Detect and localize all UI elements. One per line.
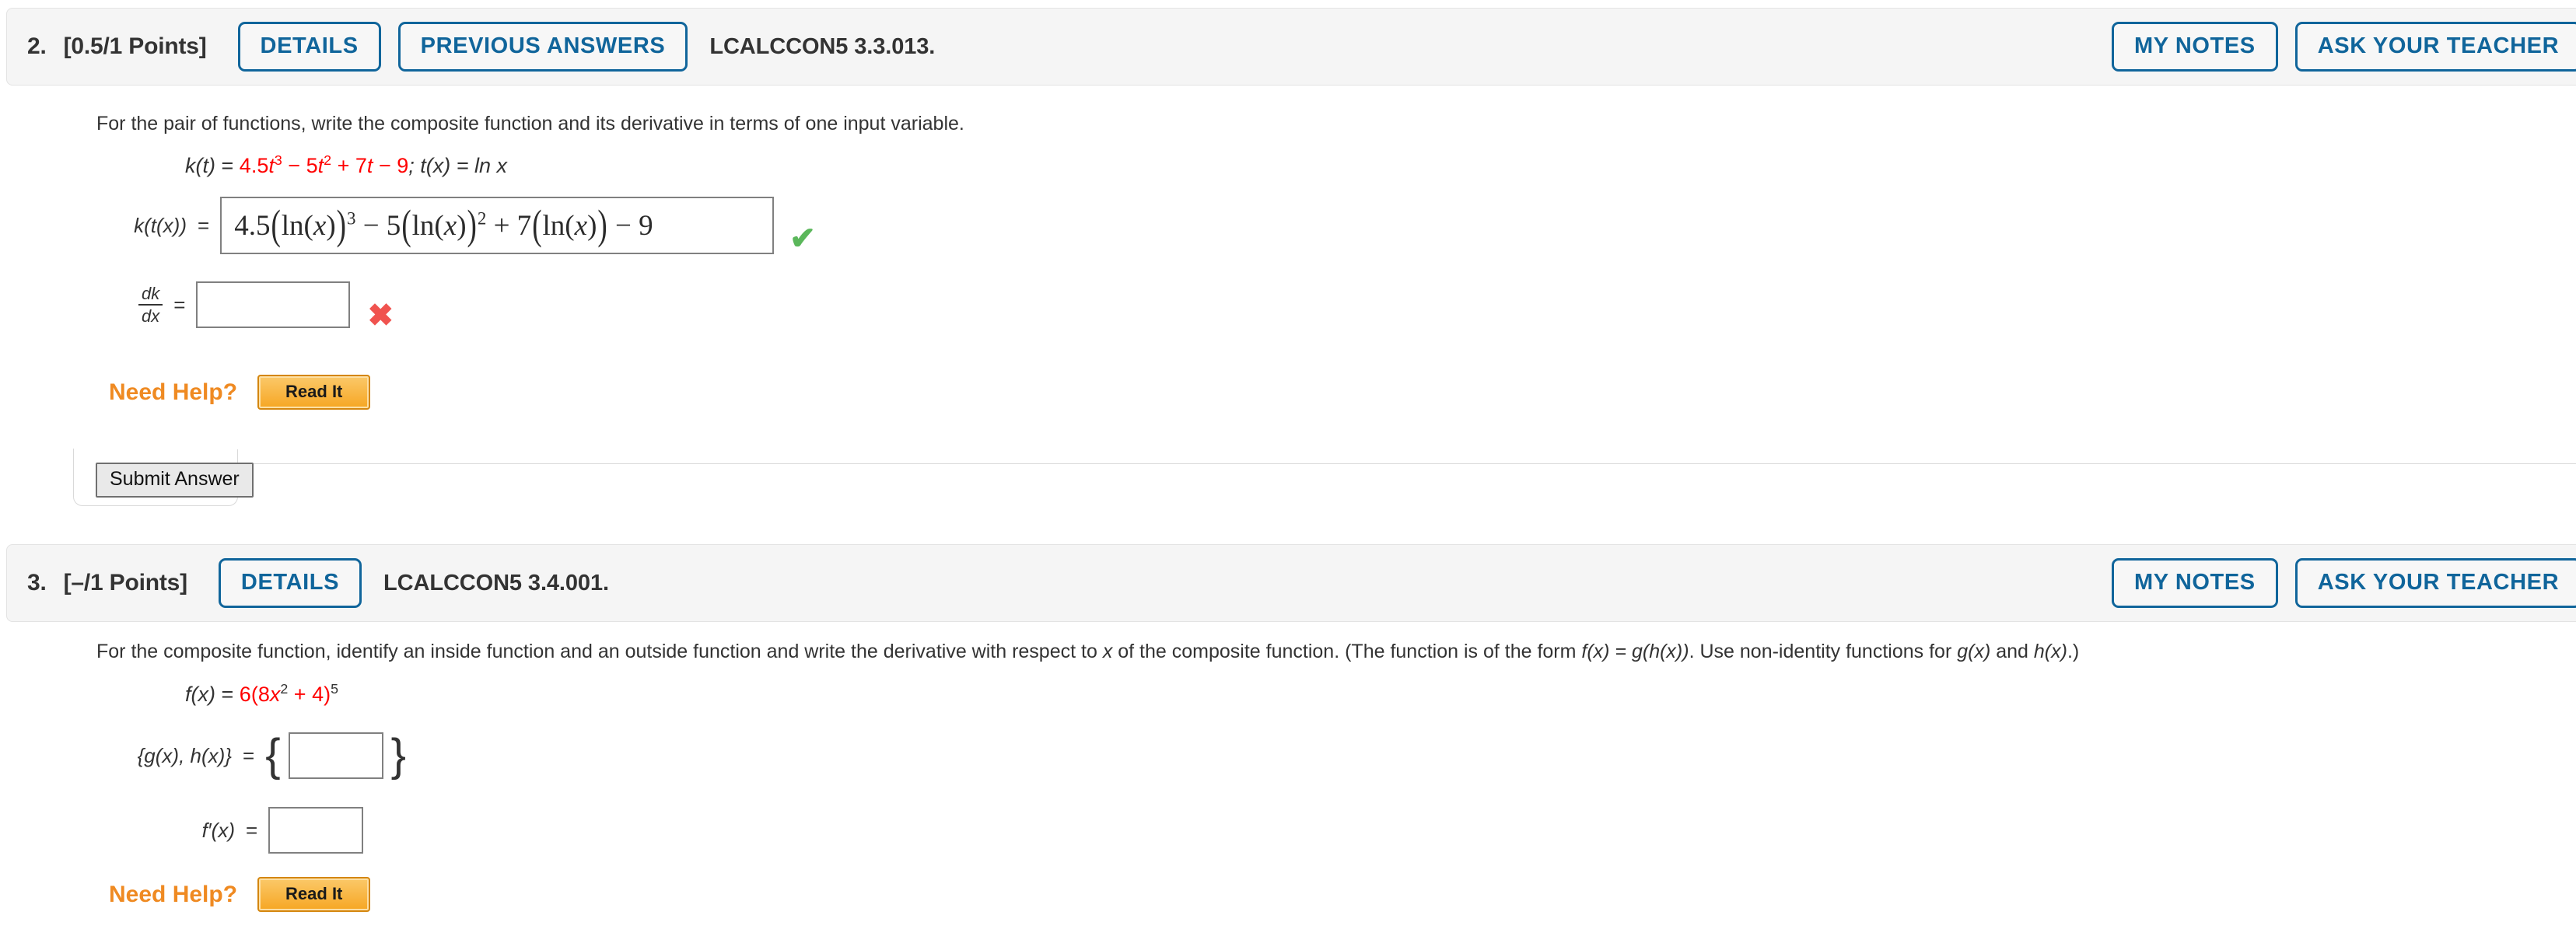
problem-3-prompt-part1: For the composite function, identify an … xyxy=(96,641,1103,662)
problem-3-prompt-g: g(x) xyxy=(1957,641,1991,662)
problem-2-details-button[interactable]: DETAILS xyxy=(237,22,381,72)
problem-2-points: [0.5/1 Points] xyxy=(63,33,207,59)
read-it-button[interactable]: Read It xyxy=(257,877,371,912)
f-prime-equals: = xyxy=(246,818,258,842)
problem-3-points: [–/1 Points] xyxy=(63,570,187,595)
p3-given-inner-coef: 8 xyxy=(257,683,270,706)
submit-answer-container: Submit Answer xyxy=(73,449,254,506)
derivative-numerator: dk xyxy=(142,283,160,303)
problem-3-code: LCALCCON5 3.4.001. xyxy=(383,570,609,595)
problem-2-previous-answers-button[interactable]: PREVIOUS ANSWERS xyxy=(397,22,688,72)
problem-3-prompt-form: f(x) = g(h(x)) xyxy=(1581,641,1689,662)
open-brace: { xyxy=(265,729,281,781)
check-icon: ✔ xyxy=(789,222,816,256)
p3-given-inner-exp: 2 xyxy=(280,681,289,697)
gh-pair-label: {g(x), h(x)} xyxy=(137,743,232,767)
p3-given-open-paren: ( xyxy=(250,683,258,706)
close-brace: } xyxy=(390,729,406,781)
given-term3-var: t xyxy=(366,154,373,177)
answer-row-2-equals: = xyxy=(173,292,186,316)
problem-3-need-help: Need Help? Read It xyxy=(109,877,371,912)
p3-given-inner-var: x xyxy=(269,683,281,706)
problem-3-given-equation: f(x) = 6(8x2 + 4)5 xyxy=(185,681,339,707)
problem-3-header: 3. [–/1 Points] DETAILS LCALCCON5 3.4.00… xyxy=(6,544,2576,622)
composite-function-value: 4.5(ln(x))3 − 5(ln(x))2 + 7(ln(x)) − 9 xyxy=(234,202,653,249)
problem-3-header-right: MY NOTES ASK YOUR TEACHER xyxy=(2112,558,2576,608)
read-it-button[interactable]: Read It xyxy=(257,375,371,410)
f-prime-input[interactable] xyxy=(268,807,364,854)
derivative-denominator: dx xyxy=(142,306,160,326)
submit-divider xyxy=(238,463,2576,464)
f-prime-label: f′(x) xyxy=(201,818,235,842)
given-term1-coef: 4.5 xyxy=(239,154,269,177)
problem-2-answer-row-2: dk dx = ✖ xyxy=(138,278,394,331)
given-eq: = xyxy=(221,154,234,177)
problem-2-given-equation: k(t) = 4.5t3 − 5t2 + 7t − 9; t(x) = ln x xyxy=(185,152,508,178)
problem-2-number: 2. xyxy=(27,33,47,59)
given-op1: − xyxy=(288,154,301,177)
need-help-label: Need Help? xyxy=(109,881,238,907)
problem-3-prompt: For the composite function, identify an … xyxy=(96,639,2079,665)
problem-2-header: 2. [0.5/1 Points] DETAILS PREVIOUS ANSWE… xyxy=(6,8,2576,86)
composite-function-answer-box[interactable]: 4.5(ln(x))3 − 5(ln(x))2 + 7(ln(x)) − 9 xyxy=(220,197,775,254)
given-term2-coef: 5 xyxy=(306,154,318,177)
cross-icon: ✖ xyxy=(367,299,394,333)
given-term2-var: t xyxy=(317,154,324,177)
given-term1-var: t xyxy=(268,154,275,177)
problem-3-ask-teacher-button[interactable]: ASK YOUR TEACHER xyxy=(2294,558,2576,608)
problem-3-prompt-part3: . Use non-identity functions for xyxy=(1689,641,1958,662)
problem-2-my-notes-button[interactable]: MY NOTES xyxy=(2112,22,2278,72)
problem-3-answer-row-1: {g(x), h(x)} = { } xyxy=(101,732,406,779)
given-second-function: ; t(x) = ln x xyxy=(408,154,508,177)
answer-row-2-label: dk dx xyxy=(138,285,163,325)
need-help-label: Need Help? xyxy=(109,379,238,405)
answer-row-1-equals: = xyxy=(198,213,210,237)
problem-2-prompt: For the pair of functions, write the com… xyxy=(96,113,964,134)
problem-3-prompt-and: and xyxy=(1990,641,2034,662)
given-term4-coef: 9 xyxy=(397,154,409,177)
given-term1-exp: 3 xyxy=(274,152,282,168)
p3-given-outer-exp: 5 xyxy=(331,681,339,697)
problem-3-prompt-end: .) xyxy=(2067,641,2080,662)
problem-3-prompt-h: h(x) xyxy=(2033,641,2067,662)
problem-2-ask-teacher-button[interactable]: ASK YOUR TEACHER xyxy=(2294,22,2576,72)
problem-2-code: LCALCCON5 3.3.013. xyxy=(709,33,936,59)
problem-3-number: 3. xyxy=(27,570,47,595)
problem-2-header-right: MY NOTES ASK YOUR TEACHER xyxy=(2112,22,2576,72)
problem-2-need-help: Need Help? Read It xyxy=(109,375,371,410)
derivative-answer-input[interactable] xyxy=(196,281,351,328)
p3-given-close-paren: ) xyxy=(324,683,331,706)
problem-3-prompt-x: x xyxy=(1102,641,1113,662)
p3-given-coef: 6 xyxy=(239,683,251,706)
problem-2-header-left: 2. [0.5/1 Points] DETAILS PREVIOUS ANSWE… xyxy=(27,22,935,72)
problem-3-prompt-part2: of the composite function. (The function… xyxy=(1112,641,1582,662)
p3-given-inner-const: 4 xyxy=(312,683,324,706)
gh-pair-equals: = xyxy=(243,743,255,767)
given-term3-coef: 7 xyxy=(355,154,367,177)
problem-3-my-notes-button[interactable]: MY NOTES xyxy=(2112,558,2278,608)
given-op3: − xyxy=(378,154,391,177)
given-op2: + xyxy=(337,154,350,177)
p3-given-lhs: f(x) xyxy=(185,683,215,706)
gh-pair-input[interactable] xyxy=(288,732,383,779)
given-lhs: k(t) xyxy=(185,154,215,177)
submit-answer-button[interactable]: Submit Answer xyxy=(96,463,254,498)
problem-3-details-button[interactable]: DETAILS xyxy=(218,558,362,608)
p3-given-plus: + xyxy=(293,683,306,706)
given-term2-exp: 2 xyxy=(324,152,332,168)
answer-row-1-label: k(t(x)) xyxy=(134,213,187,237)
problem-2-answer-row-1: k(t(x)) = 4.5(ln(x))3 − 5(ln(x))2 + 7(ln… xyxy=(101,197,816,254)
problem-3-answer-row-2: f′(x) = xyxy=(180,807,364,854)
problem-3-header-left: 3. [–/1 Points] DETAILS LCALCCON5 3.4.00… xyxy=(27,558,609,608)
p3-given-eq: = xyxy=(221,683,234,706)
assignment-page: 2. [0.5/1 Points] DETAILS PREVIOUS ANSWE… xyxy=(0,0,2576,950)
